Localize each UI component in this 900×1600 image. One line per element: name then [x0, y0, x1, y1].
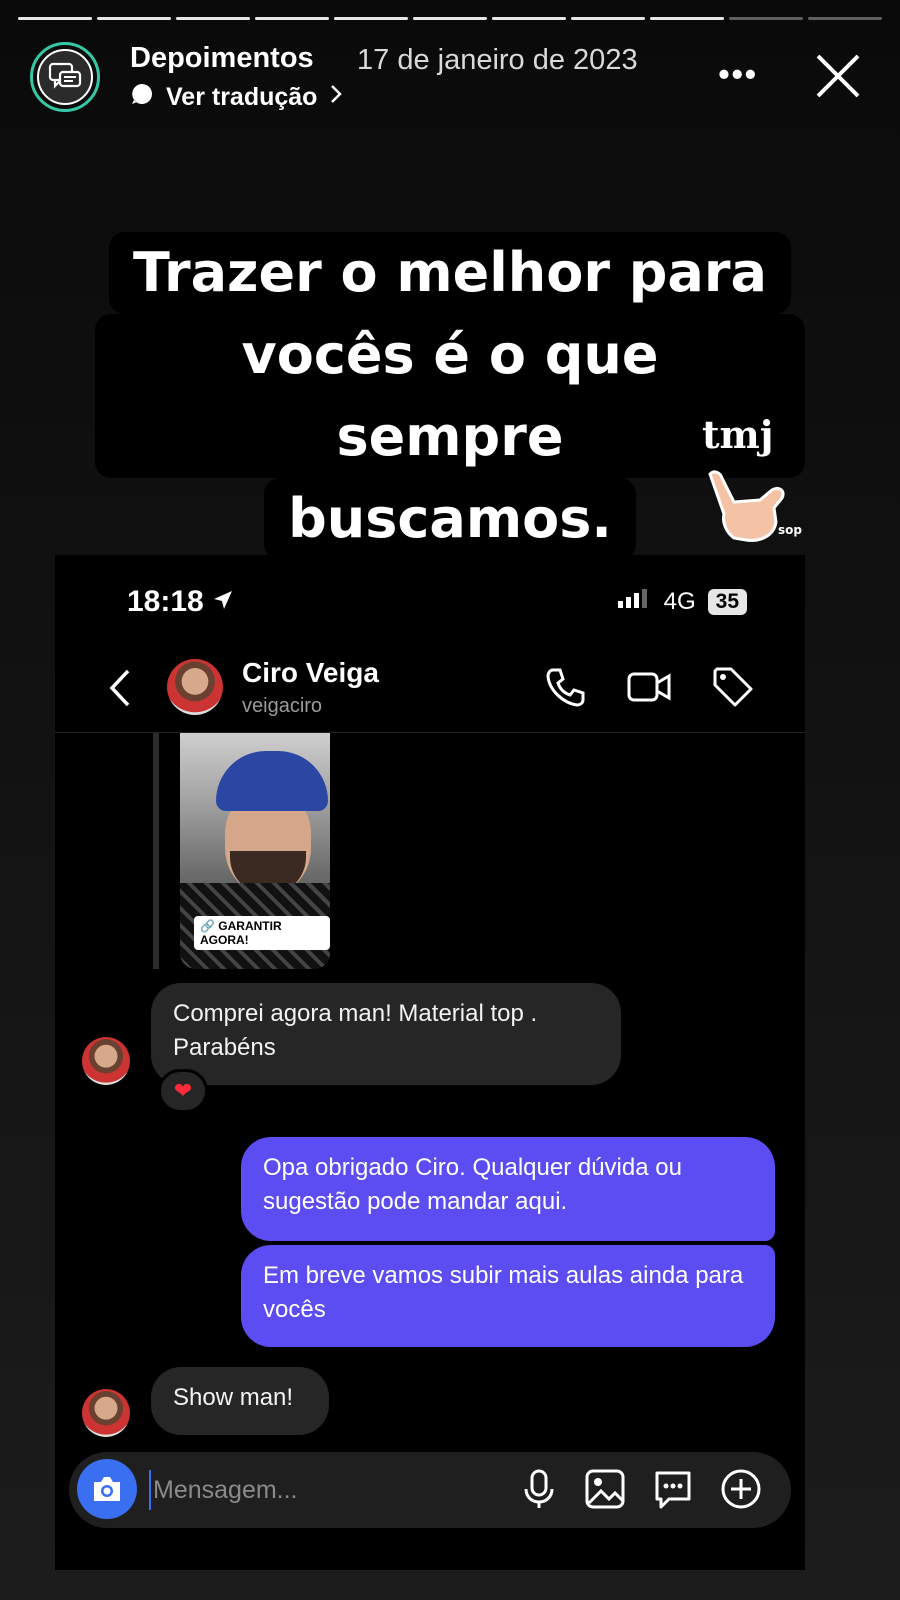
message-composer	[69, 1452, 791, 1528]
signal-icon	[616, 587, 652, 616]
chevron-right-icon	[329, 83, 343, 112]
see-translation-link[interactable]: Ver tradução	[130, 82, 343, 113]
contact-avatar[interactable]	[167, 659, 223, 715]
progress-segment	[18, 17, 92, 20]
shaka-hand-sticker-icon: sop	[700, 462, 810, 552]
status-indicators: 4G 35	[616, 587, 747, 616]
message-bubble-incoming[interactable]: Comprei agora man! Material top . Parabé…	[151, 983, 621, 1085]
back-arrow-icon[interactable]	[100, 663, 140, 713]
camera-icon[interactable]	[77, 1459, 137, 1519]
message-bubble-outgoing[interactable]: Em breve vamos subir mais aulas ainda pa…	[241, 1245, 775, 1347]
sender-avatar[interactable]	[82, 1389, 130, 1437]
shared-story-thumbnail[interactable]: 🔗 GARANTIR AGORA!	[180, 733, 330, 969]
progress-segment	[571, 17, 645, 20]
story-link-sticker[interactable]: 🔗 GARANTIR AGORA!	[194, 916, 330, 950]
status-time-text: 18:18	[127, 585, 204, 618]
more-options-icon[interactable]: •••	[718, 56, 758, 93]
story-person-cap	[216, 751, 328, 811]
message-bubble-incoming[interactable]: Show man!	[151, 1367, 329, 1435]
contact-name[interactable]: Ciro Veiga	[242, 657, 379, 689]
progress-segment	[176, 17, 250, 20]
microphone-icon[interactable]	[517, 1467, 561, 1511]
story-header: Depoimentos 17 de janeiro de 2023 Ver tr…	[30, 40, 880, 120]
battery-icon: 35	[707, 588, 747, 615]
caption-line: buscamos.	[264, 478, 636, 560]
story-date: 17 de janeiro de 2023	[357, 44, 638, 76]
progress-segment	[334, 17, 408, 20]
progress-segment	[650, 17, 724, 20]
chat-bubbles-icon	[37, 49, 93, 105]
message-bubble-outgoing[interactable]: Opa obrigado Ciro. Qualquer dúvida ou su…	[241, 1137, 775, 1241]
caption-line: vocês é o que sempre	[95, 314, 805, 478]
chat-header: Ciro Veiga veigaciro	[55, 645, 805, 733]
sender-avatar[interactable]	[82, 1037, 130, 1085]
see-translation-label: Ver tradução	[166, 83, 318, 111]
story-account-name[interactable]: Depoimentos	[130, 42, 314, 75]
svg-text:sop: sop	[778, 523, 802, 537]
progress-segment	[413, 17, 487, 20]
video-call-icon[interactable]	[627, 665, 671, 709]
progress-segment	[808, 17, 882, 20]
reply-indicator	[153, 733, 159, 969]
progress-segment	[729, 17, 803, 20]
close-icon[interactable]	[812, 50, 864, 102]
speech-bubble-icon	[130, 82, 154, 113]
progress-segment	[97, 17, 171, 20]
story-caption: Trazer o melhor para vocês é o que sempr…	[95, 232, 805, 560]
gallery-icon[interactable]	[583, 1467, 627, 1511]
contact-handle: veigaciro	[242, 695, 323, 717]
caption-line: Trazer o melhor para	[109, 232, 791, 314]
dm-screenshot: 18:18 4G 35 Ciro Veiga veigaciro 🔗 GARAN…	[55, 555, 805, 1570]
location-arrow-icon	[212, 585, 234, 618]
progress-segment	[255, 17, 329, 20]
progress-segment	[492, 17, 566, 20]
network-type: 4G	[663, 587, 696, 615]
status-time: 18:18	[127, 585, 234, 619]
sticker-chat-icon[interactable]	[651, 1467, 695, 1511]
tag-icon[interactable]	[711, 665, 755, 709]
story-progress	[18, 17, 882, 21]
highlight-avatar[interactable]	[30, 42, 100, 112]
heart-reaction-icon[interactable]: ❤	[158, 1069, 208, 1113]
tmj-sticker-text: tmj	[702, 412, 774, 457]
link-icon: 🔗	[200, 919, 215, 933]
add-plus-icon[interactable]	[719, 1467, 763, 1511]
message-input[interactable]	[149, 1470, 429, 1510]
phone-call-icon[interactable]	[543, 665, 587, 709]
